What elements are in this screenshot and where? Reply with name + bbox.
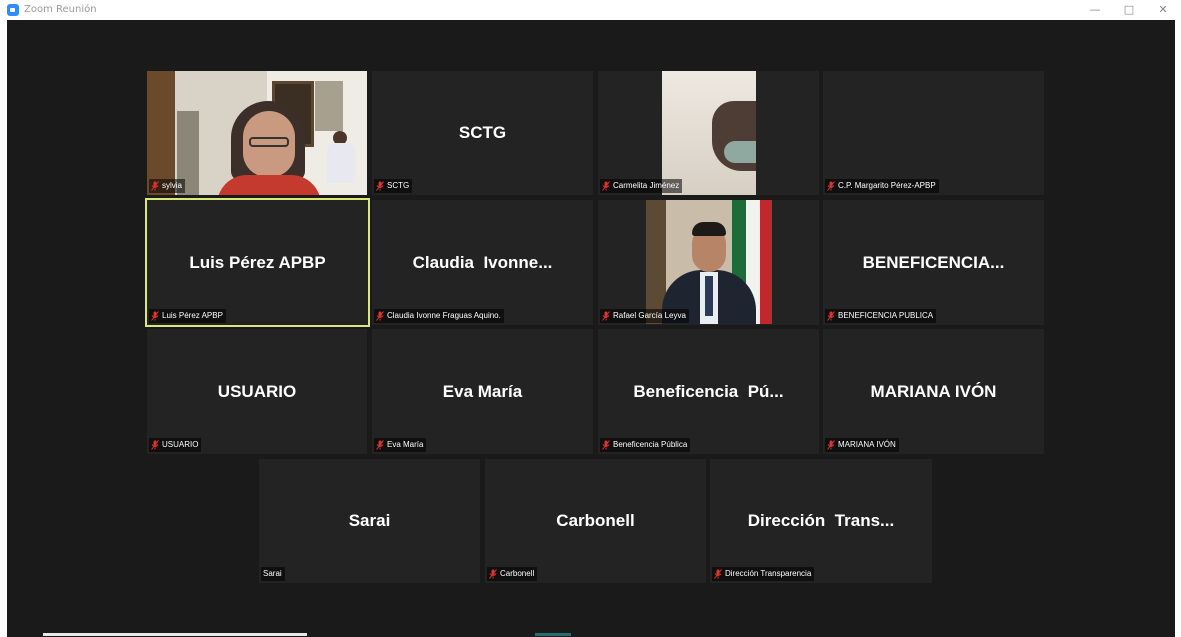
- muted-microphone-icon: [376, 440, 384, 450]
- zoom-window: Zoom Reunión — □ ✕ sylvia SCTG SCTG Carm…: [0, 0, 1181, 637]
- muted-microphone-icon: [714, 569, 722, 579]
- muted-microphone-icon: [151, 311, 159, 321]
- minimize-button[interactable]: —: [1078, 0, 1112, 20]
- participant-tile-eva-maria[interactable]: Eva María Eva María: [372, 329, 593, 454]
- participant-name: Claudia Ivonne Fraguas Aquino.: [387, 311, 501, 320]
- participant-tile-beneficencia-publica-2[interactable]: Beneficencia Pú... Beneficencia Pública: [598, 329, 819, 454]
- participant-name-label: Carmelita Jiménez: [600, 179, 683, 193]
- participant-name-label: MARIANA IVÓN: [825, 438, 899, 452]
- participant-name: Luis Pérez APBP: [162, 311, 223, 320]
- participant-tile-sctg[interactable]: SCTG SCTG: [372, 71, 593, 195]
- participant-tile-beneficencia-publica[interactable]: BENEFICENCIA... BENEFICENCIA PUBLICA: [823, 200, 1044, 325]
- gallery-view: sylvia SCTG SCTG Carmelita Jiménez C.P. …: [7, 20, 1175, 631]
- muted-microphone-icon: [602, 311, 610, 321]
- participant-name: Carmelita Jiménez: [613, 181, 680, 190]
- participant-tile-mariana-ivon[interactable]: MARIANA IVÓN MARIANA IVÓN: [823, 329, 1044, 454]
- participant-name-label: C.P. Margarito Pérez-APBP: [825, 179, 939, 193]
- participant-name: USUARIO: [162, 440, 199, 449]
- participant-name-label: Luis Pérez APBP: [149, 309, 226, 323]
- participant-display-name: Dirección Trans...: [747, 511, 895, 530]
- title-bar[interactable]: Zoom Reunión — □ ✕: [0, 0, 1181, 20]
- toolbar-segment: [43, 633, 307, 636]
- participant-display-name: Sarai: [348, 511, 391, 530]
- participant-name-label: sylvia: [149, 179, 186, 193]
- participant-tile-luis-perez[interactable]: Luis Pérez APBP Luis Pérez APBP: [145, 198, 370, 327]
- participant-name: Sarai: [263, 569, 282, 578]
- participant-display-name: BENEFICENCIA...: [862, 252, 1005, 272]
- muted-microphone-icon: [151, 440, 159, 450]
- participant-tile-sarai[interactable]: Sarai Sarai: [259, 459, 480, 583]
- muted-microphone-icon: [827, 440, 835, 450]
- muted-microphone-icon: [602, 440, 610, 450]
- participant-name: SCTG: [387, 181, 410, 190]
- participant-tile-carmelita[interactable]: Carmelita Jiménez: [598, 71, 819, 195]
- muted-microphone-icon: [376, 311, 384, 321]
- bottom-toolbar-edge: [7, 631, 1175, 637]
- participant-display-name: Beneficencia Pú...: [633, 381, 784, 401]
- participant-name-label: USUARIO: [149, 438, 202, 452]
- participant-name-label: Dirección Transparencia: [712, 567, 815, 581]
- participant-tile-claudia[interactable]: Claudia Ivonne... Claudia Ivonne Fraguas…: [372, 200, 593, 325]
- participant-name: Rafael García Leyva: [613, 311, 686, 320]
- participant-display-name: Luis Pérez APBP: [189, 252, 326, 272]
- participant-name: Carbonell: [500, 569, 535, 578]
- muted-microphone-icon: [827, 311, 835, 321]
- participant-video: [147, 71, 367, 195]
- participant-display-name: Claudia Ivonne...: [412, 252, 553, 272]
- participant-video: [646, 200, 772, 324]
- participant-video: [662, 71, 756, 195]
- participant-tile-direccion-transparencia[interactable]: Dirección Trans... Dirección Transparenc…: [710, 459, 932, 583]
- muted-microphone-icon: [489, 569, 497, 579]
- participant-name-label: SCTG: [374, 179, 413, 193]
- muted-microphone-icon: [376, 181, 384, 191]
- participant-name: C.P. Margarito Pérez-APBP: [838, 181, 936, 190]
- participant-name: BENEFICENCIA PUBLICA: [838, 311, 934, 320]
- participant-tile-carbonell[interactable]: Carbonell Carbonell: [485, 459, 706, 583]
- participant-name-label: Sarai: [261, 567, 285, 581]
- participant-name: sylvia: [162, 181, 183, 190]
- participant-name-label: Claudia Ivonne Fraguas Aquino.: [374, 309, 504, 323]
- participant-name-label: Beneficencia Pública: [600, 438, 691, 452]
- participant-name-label: Eva María: [374, 438, 427, 452]
- participant-tile-usuario[interactable]: USUARIO USUARIO: [147, 329, 367, 454]
- participant-name-label: Carbonell: [487, 567, 538, 581]
- participant-display-name: MARIANA IVÓN: [870, 381, 997, 401]
- participant-tile-sylvia[interactable]: sylvia: [147, 71, 367, 195]
- participant-name: MARIANA IVÓN: [838, 440, 896, 449]
- muted-microphone-icon: [602, 181, 610, 191]
- participant-display-name: Carbonell: [556, 511, 635, 530]
- muted-microphone-icon: [151, 181, 159, 191]
- window-title: Zoom Reunión: [24, 4, 97, 15]
- participant-name-label: BENEFICENCIA PUBLICA: [825, 309, 937, 323]
- zoom-camera-icon: [7, 4, 19, 16]
- participant-name-label: Rafael García Leyva: [600, 309, 689, 323]
- participant-name: Beneficencia Pública: [613, 440, 688, 449]
- participant-display-name: Eva María: [442, 381, 523, 401]
- participant-display-name: SCTG: [458, 123, 507, 142]
- participant-name: Dirección Transparencia: [725, 569, 812, 578]
- participant-tile-rafael[interactable]: Rafael García Leyva: [598, 200, 819, 325]
- toolbar-segment: [535, 633, 571, 636]
- participant-display-name: USUARIO: [217, 381, 297, 401]
- muted-microphone-icon: [827, 181, 835, 191]
- participant-tile-margarito[interactable]: C.P. Margarito Pérez-APBP: [823, 71, 1044, 195]
- close-button[interactable]: ✕: [1146, 0, 1180, 20]
- participant-name: Eva María: [387, 440, 424, 449]
- maximize-button[interactable]: □: [1112, 0, 1146, 20]
